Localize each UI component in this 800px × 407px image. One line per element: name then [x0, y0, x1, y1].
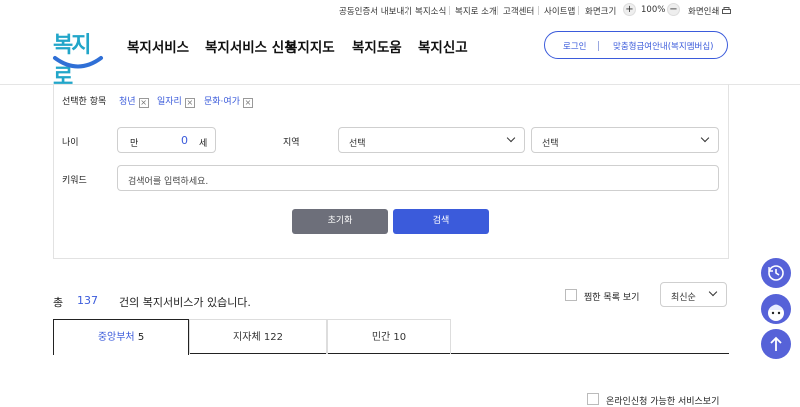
utility-bar: 공동인증서 내보내기 복지소식 복지로 소개 고객센터 사이트맵 화면크기 + … [0, 0, 800, 22]
about-link[interactable]: 복지로 소개 [455, 5, 497, 17]
scroll-top-button[interactable] [761, 329, 791, 359]
bookmark-view-label[interactable]: 찜한 목록 보기 [584, 290, 639, 303]
age-input[interactable]: 만 0 세 [117, 127, 216, 153]
custom-benefit-link[interactable]: 맞춤형급여안내(복지멤버십) [613, 40, 713, 52]
search-button[interactable]: 검색 [393, 209, 489, 234]
select-value: 선택 [349, 139, 366, 149]
total-prefix: 총 [53, 296, 64, 309]
region-select-province[interactable]: 선택 [338, 127, 525, 153]
login-group: 로그인 맞춤형급여안내(복지멤버십) [544, 31, 728, 59]
zoom-in-button[interactable]: + [623, 3, 636, 16]
chip-label: 일자리 [157, 97, 182, 107]
sort-select[interactable]: 최신순 [660, 282, 727, 307]
cert-export-link[interactable]: 공동인증서 내보내기 [339, 5, 412, 17]
history-icon [768, 265, 784, 281]
chatbot-button[interactable] [761, 294, 791, 324]
chatbot-character-icon [768, 304, 784, 321]
nav-welfare-help[interactable]: 복지도움 [352, 36, 402, 56]
remove-chip-icon[interactable]: × [242, 98, 253, 108]
recent-history-button[interactable] [761, 258, 791, 288]
reset-button[interactable]: 초기화 [292, 209, 388, 234]
selected-items-label: 선택한 항목 [62, 97, 107, 107]
divider [598, 41, 599, 51]
login-button[interactable]: 로그인 [563, 40, 586, 52]
chevron-down-icon [708, 287, 718, 297]
divider [538, 6, 539, 15]
sitemap-link[interactable]: 사이트맵 [544, 5, 575, 17]
tab-label: 지자체 [233, 332, 261, 343]
bookmark-checkbox[interactable] [565, 289, 577, 301]
divider [407, 6, 408, 15]
tab-local-gov[interactable]: 지자체 122 [189, 319, 327, 354]
tab-private[interactable]: 민간 10 [327, 319, 451, 354]
tab-count: 122 [263, 332, 283, 343]
chip-job: 일자리 × [157, 94, 195, 108]
total-suffix: 건의 복지서비스가 있습니다. [119, 296, 251, 309]
tab-label: 중앙부처 [97, 332, 135, 343]
nav-service-apply[interactable]: 복지서비스 신청 [205, 36, 297, 56]
divider [578, 6, 579, 15]
tab-count: 10 [393, 332, 407, 343]
sort-value: 최신순 [671, 293, 696, 303]
remove-chip-icon[interactable]: × [184, 98, 195, 108]
welfare-news-link[interactable]: 복지소식 [415, 5, 446, 17]
site-logo[interactable]: 복지로 [50, 27, 106, 90]
select-value: 선택 [542, 139, 559, 149]
online-only-label[interactable]: 온라인신청 가능한 서비스보기 [606, 394, 719, 407]
tab-label: 민간 [371, 332, 391, 343]
keyword-label: 키워드 [62, 176, 87, 186]
keyword-input[interactable]: 검색어를 입력하세요. [117, 165, 719, 191]
chip-youth: 청년 × [119, 94, 149, 108]
keyword-placeholder: 검색어를 입력하세요. [128, 177, 209, 187]
print-button[interactable]: 화면인쇄 [688, 5, 731, 17]
divider [497, 6, 498, 15]
nav-welfare-map[interactable]: 복지지도 [285, 36, 335, 56]
print-label: 화면인쇄 [688, 7, 720, 17]
print-icon [721, 7, 731, 14]
logo-smile-icon [53, 56, 103, 69]
age-label: 나이 [62, 138, 79, 148]
nav-welfare-service[interactable]: 복지서비스 [127, 36, 189, 56]
tab-count: 5 [137, 332, 145, 343]
remove-chip-icon[interactable]: × [138, 98, 149, 108]
chip-culture: 문화·여가 × [204, 94, 253, 108]
customer-center-link[interactable]: 고객센터 [503, 5, 534, 17]
tab-central[interactable]: 중앙부처 5 [53, 319, 189, 355]
zoom-out-button[interactable]: − [667, 3, 680, 16]
region-select-city[interactable]: 선택 [531, 127, 719, 153]
nav-welfare-report[interactable]: 복지신고 [418, 36, 468, 56]
chip-label: 문화·여가 [204, 97, 240, 107]
region-label: 지역 [283, 138, 300, 148]
chevron-down-icon [700, 133, 710, 143]
total-count: 137 [77, 294, 98, 307]
zoom-value: 100% [641, 5, 666, 15]
arrow-up-icon [770, 336, 782, 351]
chevron-down-icon [506, 133, 516, 143]
age-prefix: 만 [130, 139, 139, 149]
age-value: 0 [181, 134, 188, 147]
online-only-checkbox[interactable] [587, 393, 599, 405]
chip-label: 청년 [119, 97, 136, 107]
divider [449, 6, 450, 15]
zoom-label: 화면크기 [585, 7, 617, 17]
age-unit: 세 [199, 139, 208, 149]
